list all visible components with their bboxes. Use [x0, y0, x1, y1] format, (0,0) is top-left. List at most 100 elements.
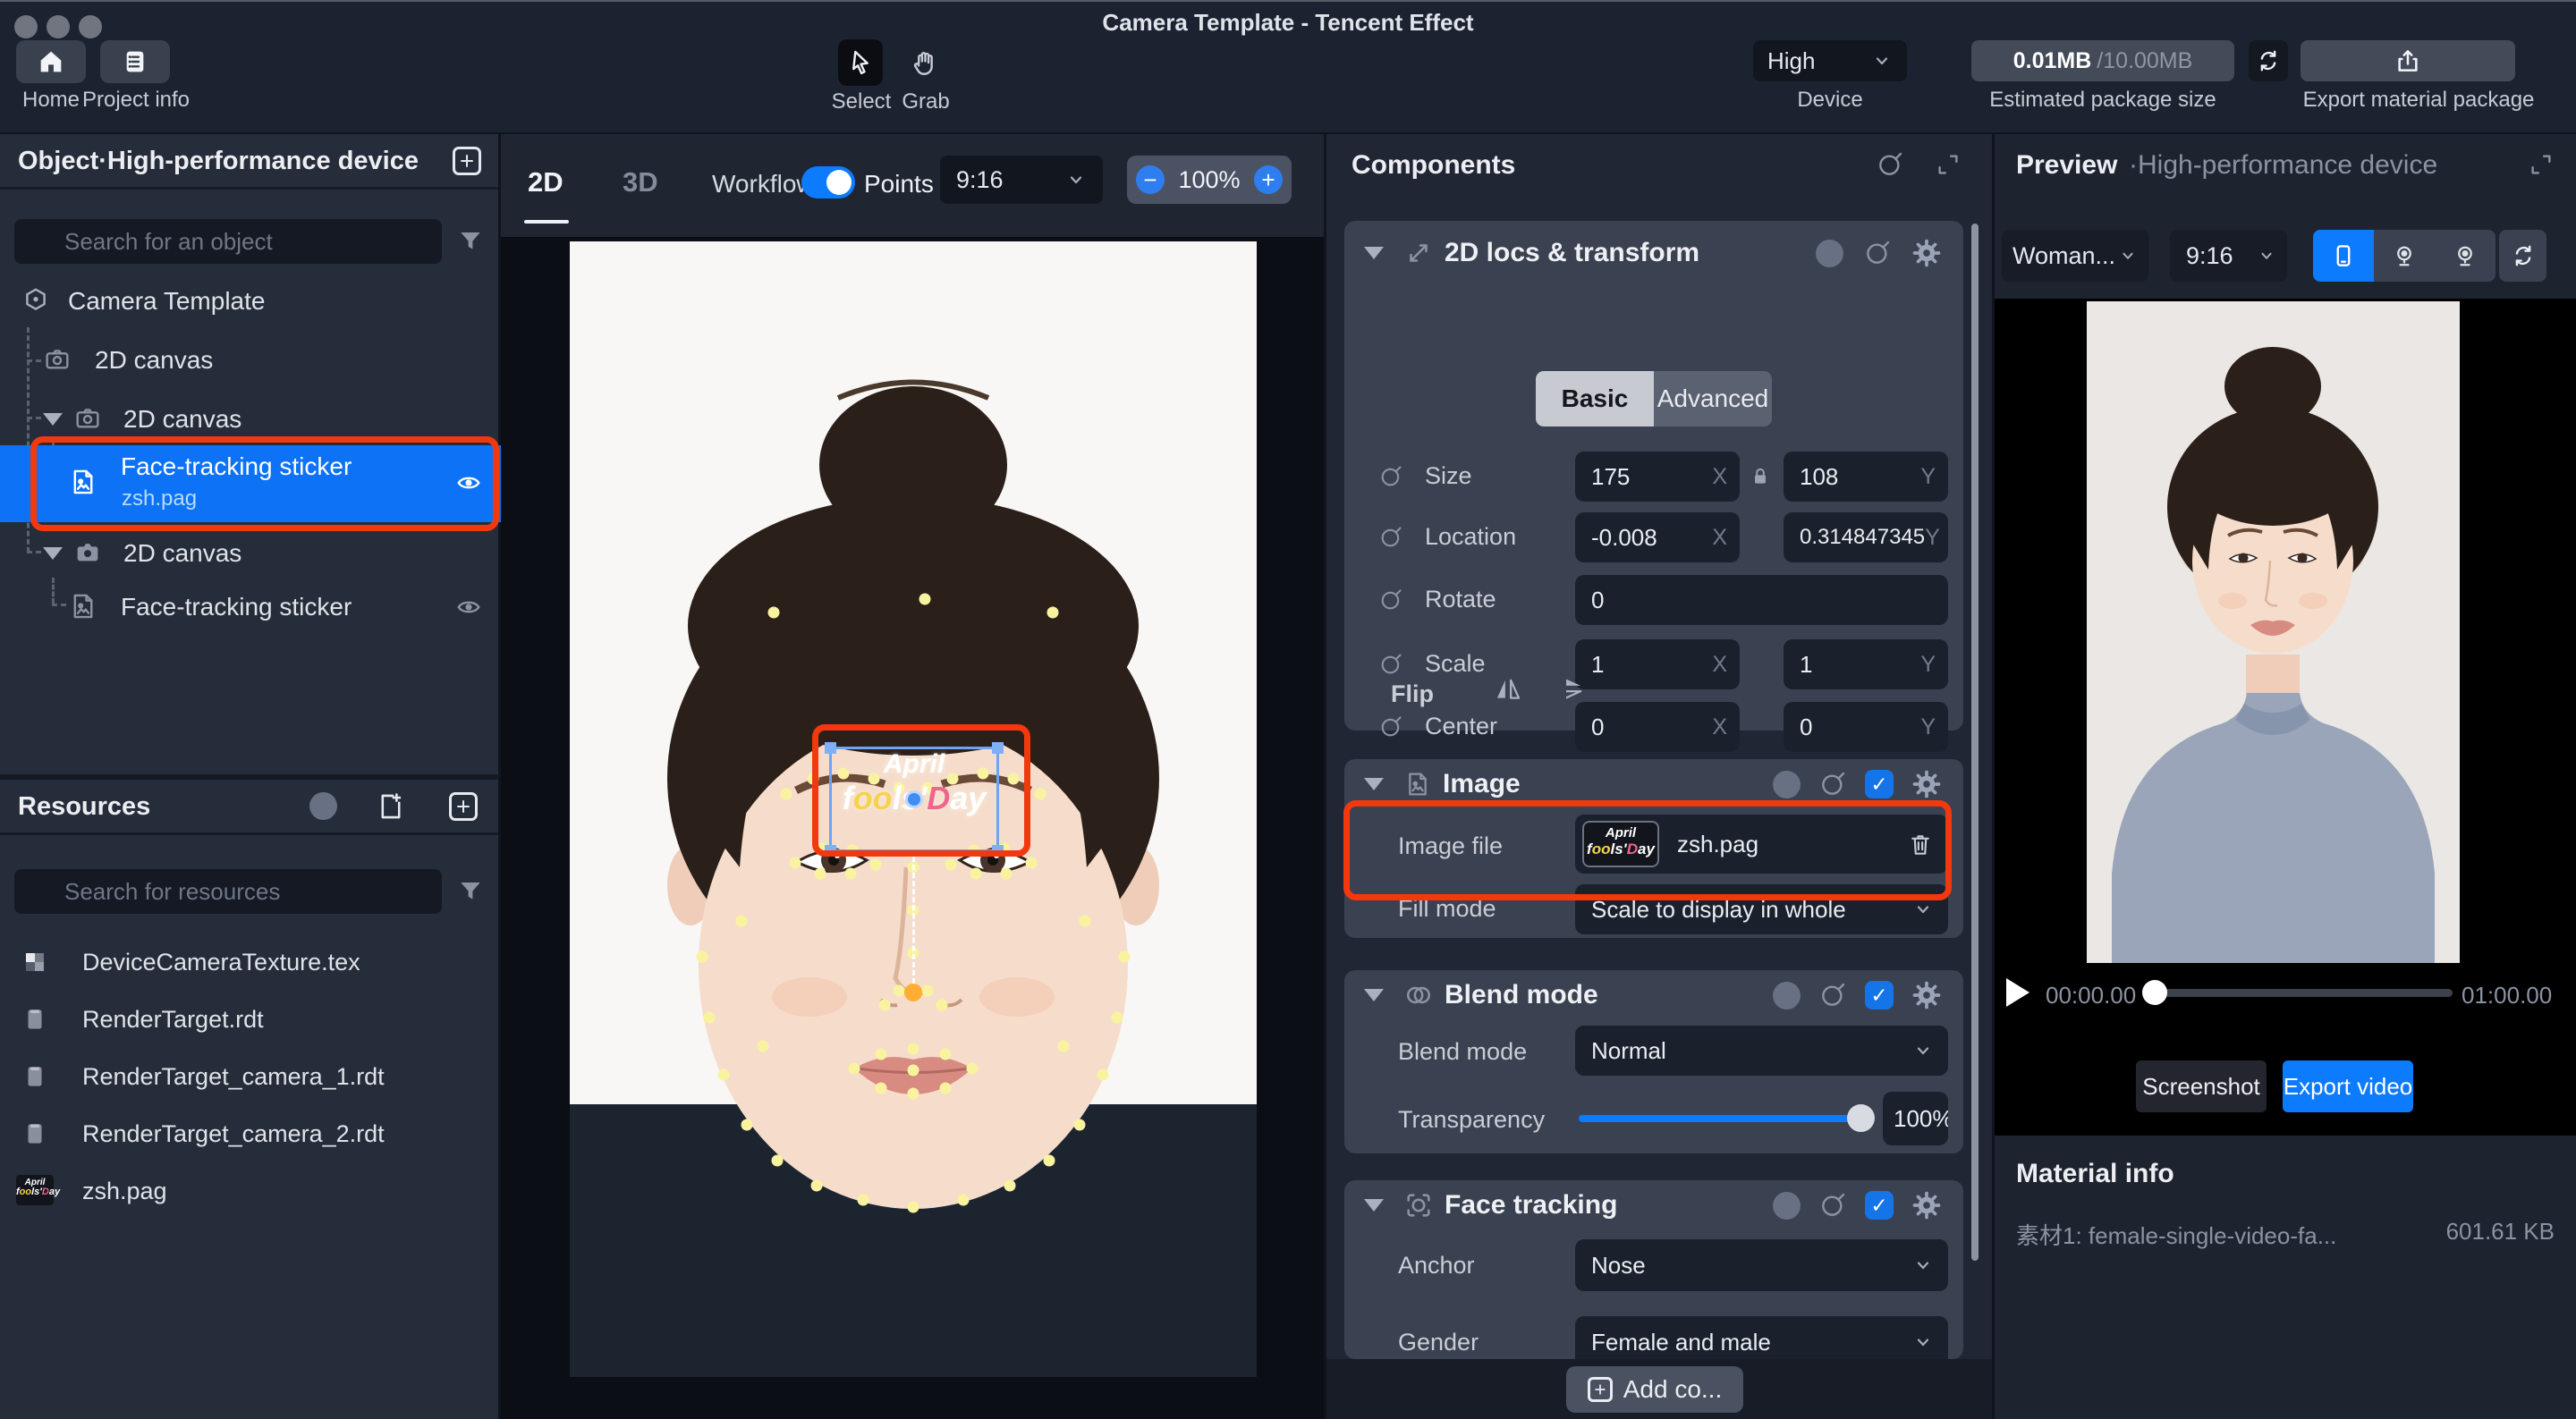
gear-icon[interactable]	[1911, 769, 1942, 799]
reset-field-icon[interactable]	[1378, 587, 1403, 612]
segment-phone-button[interactable]	[2313, 230, 2374, 282]
add-object-button[interactable]	[453, 147, 481, 175]
section-caret-icon[interactable]	[1364, 989, 1384, 1001]
zoom-out-button[interactable]: −	[1136, 165, 1165, 194]
tab-advanced[interactable]: Advanced	[1654, 371, 1772, 427]
expand-caret-icon[interactable]	[43, 547, 63, 560]
select-tool-button[interactable]	[838, 39, 883, 86]
timeline-knob[interactable]	[2142, 980, 2167, 1005]
import-resource-icon[interactable]	[376, 791, 406, 822]
collapse-panel-icon[interactable]	[1935, 151, 1962, 178]
enable-checkbox[interactable]: ✓	[1865, 1191, 1894, 1220]
add-component-label: Add co...	[1623, 1375, 1723, 1404]
flip-vertical-icon[interactable]	[1566, 673, 1597, 704]
export-package-button[interactable]	[2301, 40, 2515, 81]
tree-item-camera-template[interactable]: Camera Template	[0, 274, 501, 327]
blend-mode-dropdown[interactable]: Normal	[1575, 1026, 1948, 1076]
reset-section-icon[interactable]	[1818, 1191, 1847, 1220]
add-component-button[interactable]: Add co...	[1566, 1366, 1743, 1413]
tree-item-2d-canvas-1[interactable]: 2D canvas	[0, 333, 501, 386]
model-dropdown[interactable]: Woman...	[2002, 230, 2148, 282]
aspect-ratio-value: 9:16	[956, 166, 1065, 194]
resources-search-input[interactable]	[14, 869, 442, 914]
segment-webcam2-button[interactable]	[2435, 230, 2496, 282]
resources-help-icon[interactable]	[309, 792, 337, 820]
resource-item[interactable]: RenderTarget_camera_1.rdt	[0, 1048, 501, 1105]
aspect-ratio-dropdown[interactable]: 9:16	[940, 156, 1103, 204]
help-icon[interactable]	[1773, 982, 1801, 1009]
refresh-package-button[interactable]	[2249, 40, 2288, 81]
transparency-value[interactable]: 100%	[1883, 1092, 1948, 1145]
collapse-panel-icon[interactable]	[2528, 151, 2555, 178]
reset-field-icon[interactable]	[1378, 652, 1403, 677]
location-y-input[interactable]: 0.314847345Y	[1784, 512, 1948, 562]
render-target-icon	[21, 1006, 48, 1033]
canvas-viewport[interactable]: April fools'Day	[501, 237, 1324, 1419]
toggle-knob	[826, 170, 852, 195]
export-package-label: Export material package	[2284, 88, 2553, 113]
workflow-points-toggle[interactable]	[801, 166, 855, 198]
timeline-slider[interactable]	[2146, 989, 2453, 997]
section-caret-icon[interactable]	[1364, 778, 1384, 790]
device-dropdown[interactable]: High	[1753, 40, 1907, 81]
center-x-input[interactable]: 0X	[1575, 702, 1740, 752]
preview-aspect-dropdown[interactable]: 9:16	[2170, 230, 2287, 282]
resource-item[interactable]: DeviceCameraTexture.tex	[0, 933, 501, 991]
gear-icon[interactable]	[1911, 238, 1942, 268]
reset-section-icon[interactable]	[1818, 770, 1847, 798]
project-info-button[interactable]	[100, 40, 170, 83]
anchor-dropdown[interactable]: Nose	[1575, 1239, 1948, 1291]
chevron-down-icon	[1912, 1331, 1934, 1353]
section-caret-icon[interactable]	[1364, 1199, 1384, 1212]
visibility-eye-icon[interactable]	[454, 593, 483, 621]
reset-section-icon[interactable]	[1863, 239, 1892, 267]
help-icon[interactable]	[1816, 240, 1843, 267]
export-video-button[interactable]: Export video	[2283, 1060, 2413, 1112]
tab-2d[interactable]: 2D	[528, 166, 564, 198]
expand-caret-icon[interactable]	[43, 413, 63, 426]
add-resource-button[interactable]	[449, 792, 478, 821]
zoom-in-button[interactable]: +	[1254, 165, 1283, 194]
help-icon[interactable]	[1773, 771, 1801, 798]
grab-tool-button[interactable]	[905, 43, 945, 82]
center-y-input[interactable]: 0Y	[1784, 702, 1948, 752]
lock-icon[interactable]	[1749, 465, 1772, 488]
resource-item[interactable]: April fools'Day zsh.pag	[0, 1162, 501, 1220]
scale-x-input[interactable]: 1X	[1575, 639, 1740, 689]
render-canvas[interactable]: April fools'Day	[570, 241, 1257, 1377]
tree-item-2d-canvas-3[interactable]: 2D canvas	[0, 526, 501, 579]
section-caret-icon[interactable]	[1364, 247, 1384, 259]
play-button[interactable]	[2006, 978, 2029, 1007]
tab-3d[interactable]: 3D	[623, 166, 658, 198]
reset-section-icon[interactable]	[1818, 981, 1847, 1009]
flip-horizontal-icon[interactable]	[1493, 673, 1523, 704]
location-x-input[interactable]: -0.008X	[1575, 512, 1740, 562]
rotate-input[interactable]: 0	[1575, 575, 1948, 625]
tab-basic[interactable]: Basic	[1536, 371, 1654, 427]
segment-webcam1-button[interactable]	[2374, 230, 2435, 282]
screenshot-button[interactable]: Screenshot	[2136, 1060, 2267, 1112]
gender-dropdown[interactable]: Female and male	[1575, 1316, 1948, 1359]
reset-all-icon[interactable]	[1876, 150, 1904, 179]
home-button[interactable]	[16, 40, 86, 83]
size-x-input[interactable]: 175X	[1575, 452, 1740, 502]
gear-icon[interactable]	[1911, 980, 1942, 1010]
components-scrollbar[interactable]	[1971, 224, 1979, 1261]
enable-checkbox[interactable]: ✓	[1865, 981, 1894, 1009]
gear-icon[interactable]	[1911, 1190, 1942, 1221]
help-icon[interactable]	[1773, 1192, 1801, 1220]
slider-knob[interactable]	[1847, 1104, 1875, 1132]
object-panel-header: Object·High-performance device	[0, 134, 498, 190]
tree-item-face-tracking-sticker-2[interactable]: Face-tracking sticker	[0, 579, 501, 633]
reset-field-icon[interactable]	[1378, 464, 1403, 489]
resource-item[interactable]: RenderTarget_camera_2.rdt	[0, 1105, 501, 1162]
preview-refresh-button[interactable]	[2499, 230, 2546, 282]
enable-checkbox[interactable]: ✓	[1865, 770, 1894, 798]
object-search-input[interactable]	[14, 219, 442, 264]
size-y-input[interactable]: 108Y	[1784, 452, 1948, 502]
scale-y-input[interactable]: 1Y	[1784, 639, 1948, 689]
transparency-slider[interactable]	[1579, 1115, 1861, 1122]
reset-field-icon[interactable]	[1378, 525, 1403, 550]
reset-field-icon[interactable]	[1378, 714, 1403, 739]
resource-item[interactable]: RenderTarget.rdt	[0, 991, 501, 1048]
